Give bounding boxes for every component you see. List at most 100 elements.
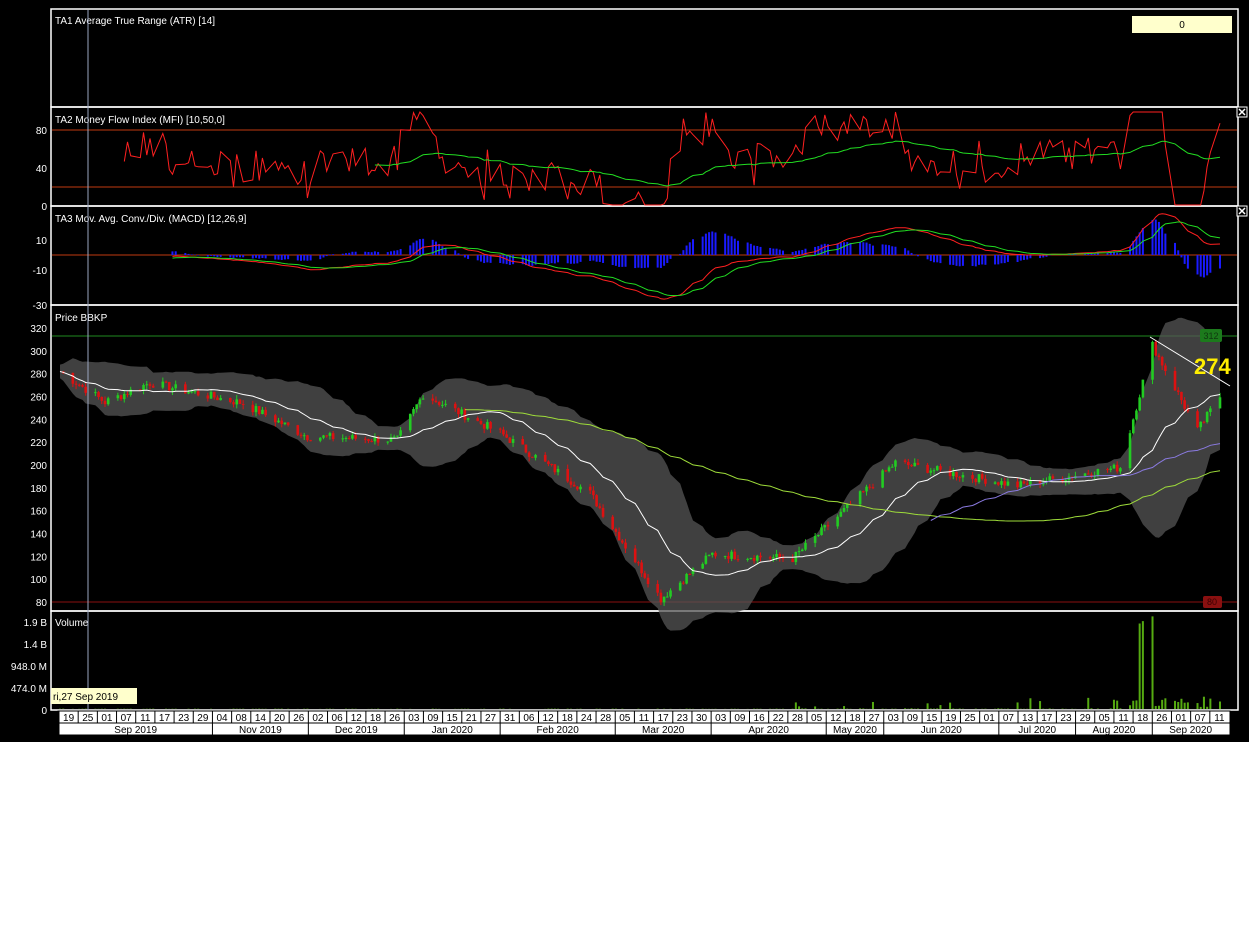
day-label: 07 [121, 713, 133, 724]
macd-hist-bar [569, 255, 572, 264]
candle-body [196, 391, 200, 396]
macd-hist-bar [730, 236, 733, 255]
macd-hist-bar [611, 255, 614, 266]
candle-body [331, 433, 335, 440]
candle-body [1106, 469, 1109, 471]
day-label: 11 [1118, 713, 1129, 724]
candle-body [1199, 421, 1203, 428]
day-label: 13 [1022, 713, 1034, 724]
candle-body [621, 540, 624, 543]
close-mfi-panel-button[interactable] [1236, 106, 1248, 118]
macd-hist-bar [753, 245, 756, 255]
day-label: 26 [389, 713, 401, 724]
candle-body [817, 535, 820, 537]
candle-body [453, 403, 457, 409]
mfi-tick-40: 40 [36, 164, 48, 175]
candle-body [415, 404, 418, 410]
volume-bar [949, 702, 952, 709]
macd-hist-bar [364, 251, 367, 255]
macd-hist-bar [171, 251, 174, 255]
candle-body [723, 556, 727, 558]
day-label: 05 [811, 713, 823, 724]
candle-body [84, 386, 88, 393]
volume-bar [859, 708, 862, 709]
candle-body [531, 456, 534, 458]
macd-hist-bar [1157, 221, 1160, 255]
macd-hist-bar [483, 255, 486, 264]
macd-hist-bar [299, 255, 302, 261]
macd-hist-bar [929, 255, 932, 262]
candle-body [460, 409, 463, 415]
macd-hist-bar [184, 253, 187, 255]
macd-hist-bar [778, 249, 781, 255]
price-tick: 240 [30, 415, 47, 426]
candle-body [974, 478, 978, 483]
candle-body [212, 391, 216, 398]
candle-body [637, 562, 640, 564]
volume-bar [1119, 708, 1122, 709]
candle-body [116, 395, 120, 399]
macd-hist-bar [409, 245, 412, 255]
day-label: 25 [965, 713, 977, 724]
candle-body [280, 420, 284, 425]
candle-body [254, 406, 258, 413]
candle-body [283, 422, 287, 425]
candle-body [678, 582, 682, 591]
candle-body [1022, 481, 1026, 484]
month-label: Apr 2020 [748, 725, 789, 736]
candle-body [286, 422, 290, 426]
resistance-tag-text: 312 [1203, 331, 1218, 341]
candle-body [553, 464, 557, 473]
month-label: Mar 2020 [642, 725, 685, 736]
candle-body [772, 557, 775, 559]
macd-hist-bar [666, 255, 669, 263]
day-label: 27 [485, 713, 497, 724]
candle-body [826, 525, 830, 527]
volume-title: Volume [55, 618, 89, 629]
candle-body [431, 398, 435, 401]
candle-body [791, 558, 794, 563]
macd-hist-bar [949, 255, 952, 265]
macd-hist-bar [258, 255, 261, 259]
candle-body [1202, 421, 1206, 423]
candle-body [273, 415, 277, 423]
volume-bar [794, 702, 797, 709]
candle-body [106, 398, 110, 405]
candle-body [550, 463, 553, 465]
day-label: 06 [523, 713, 535, 724]
macd-hist-bar [1174, 242, 1177, 255]
candle-body [1205, 411, 1209, 423]
volume-bar [1183, 702, 1186, 709]
macd-hist-bar [1196, 255, 1199, 275]
candle-body [839, 511, 843, 517]
candle-body [1196, 411, 1199, 428]
candle-body [710, 552, 714, 555]
volume-bar [910, 708, 913, 709]
price-tick: 220 [30, 438, 47, 449]
day-label: 01 [1175, 713, 1187, 724]
day-label: 12 [543, 713, 555, 724]
close-macd-panel-button[interactable] [1236, 205, 1248, 217]
day-label: 09 [427, 713, 439, 724]
price-tick: 80 [36, 598, 48, 609]
candle-body [421, 398, 425, 400]
volume-bar [1112, 699, 1115, 709]
day-label: 02 [312, 713, 324, 724]
macd-hist-bar [862, 242, 865, 255]
candle-body [1051, 476, 1055, 479]
day-label: 07 [1195, 713, 1207, 724]
macd-hist-bar [669, 255, 672, 259]
volume-bar [1199, 706, 1202, 709]
macd-hist-bar [904, 248, 907, 255]
day-label: 29 [1080, 713, 1092, 724]
candle-body [871, 487, 875, 489]
candle-body [566, 468, 570, 482]
macd-hist-bar [1019, 255, 1022, 261]
macd-hist-bar [936, 255, 939, 263]
candle-body [257, 406, 261, 415]
day-label: 19 [63, 713, 75, 724]
candle-body [1115, 464, 1119, 472]
candle-body [408, 413, 412, 431]
volume-bar [1135, 700, 1138, 709]
candle-body [543, 454, 547, 462]
